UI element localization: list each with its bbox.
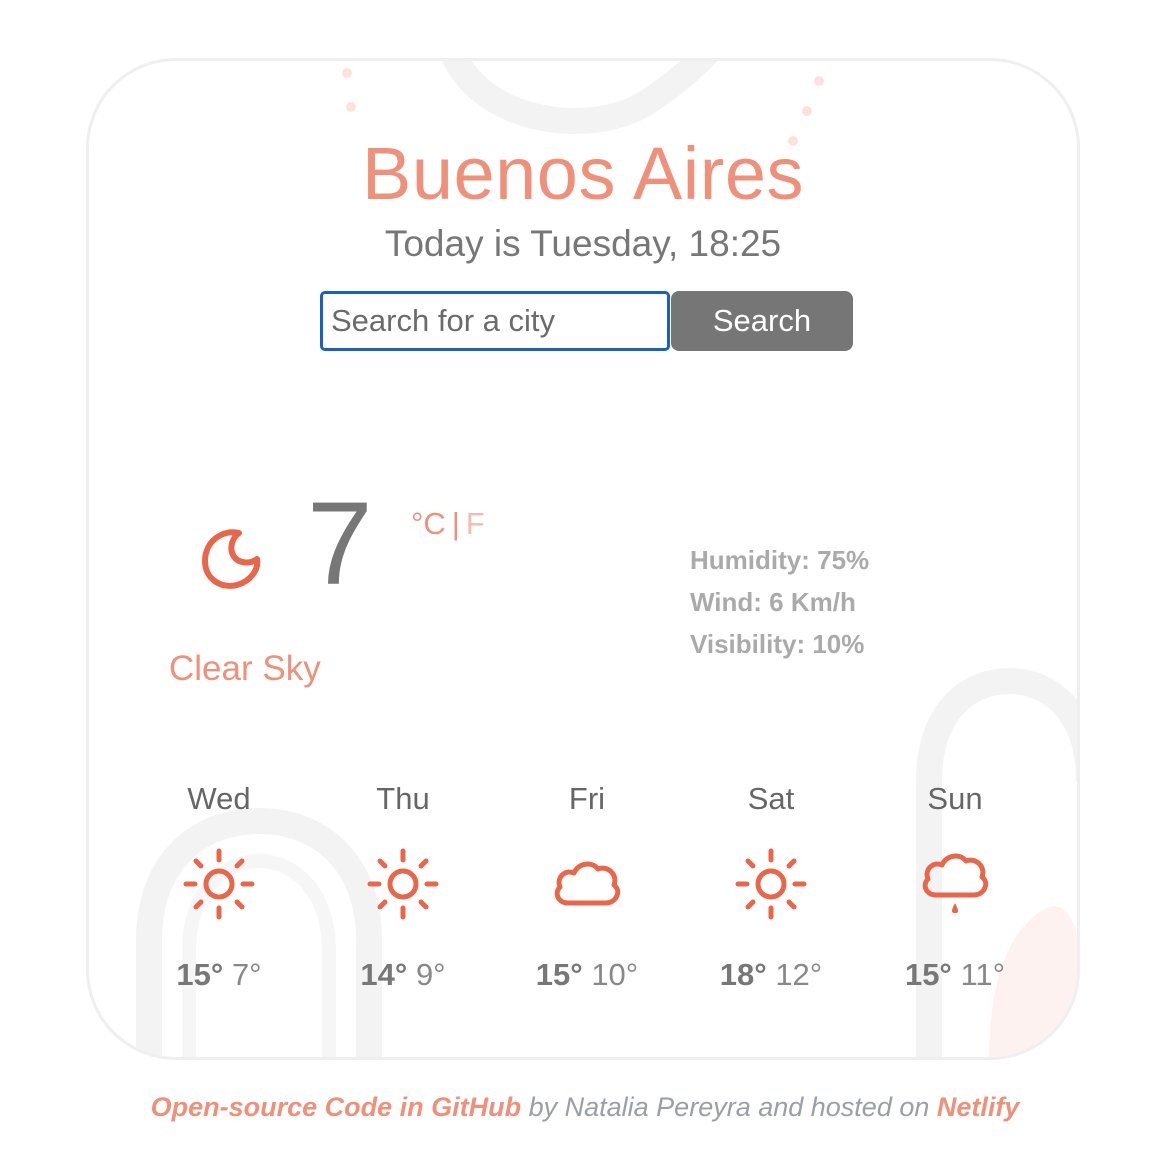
forecast-day: Sat 18° 12° xyxy=(679,779,863,1009)
search-input[interactable] xyxy=(320,291,670,351)
forecast-day-name: Thu xyxy=(376,781,430,816)
forecast-min: 12° xyxy=(775,957,823,992)
forecast-min: 7° xyxy=(231,957,262,992)
forecast-day: Thu 14° 9° xyxy=(311,779,495,1009)
forecast-temps: 15° 7° xyxy=(127,957,311,993)
forecast-max: 15° xyxy=(176,957,224,992)
forecast-max: 14° xyxy=(360,957,408,992)
forecast-day-name: Fri xyxy=(568,781,606,816)
cloud-icon xyxy=(554,861,621,906)
visibility-text: Visibility: 10% xyxy=(690,629,865,659)
current-date: Today is Tuesday, 18:25 xyxy=(384,223,782,264)
current-temperature: 7 xyxy=(307,478,373,610)
forecast-day-name: Sat xyxy=(747,781,795,816)
forecast-day: Wed 15° 7° xyxy=(127,779,311,1009)
celsius-link[interactable]: °C xyxy=(411,506,446,541)
rain-cloud-icon xyxy=(922,853,989,914)
sun-icon xyxy=(735,848,807,920)
forecast-min: 10° xyxy=(591,957,639,992)
sun-icon xyxy=(183,848,255,920)
city-name: Buenos Aires xyxy=(361,132,805,215)
sun-icon xyxy=(367,848,439,920)
unit-toggle: °C | F xyxy=(411,506,485,542)
weather-card: Buenos Aires Today is Tuesday, 18:25 Sea… xyxy=(86,58,1080,1060)
humidity-text: Humidity: 75% xyxy=(690,545,870,575)
forecast-day: Fri 15° 10° xyxy=(495,779,679,1009)
wind-text: Wind: 6 Km/h xyxy=(690,587,856,617)
forecast-temps: 14° 9° xyxy=(311,957,495,993)
forecast-min: 9° xyxy=(415,957,446,992)
moon-icon xyxy=(202,529,261,589)
fahrenheit-link[interactable]: F xyxy=(466,506,485,541)
footer-credit-text: by Natalia Pereyra and hosted on xyxy=(521,1092,937,1122)
forecast-max: 15° xyxy=(535,957,583,992)
forecast-day: Sun 15° 11° xyxy=(863,779,1047,1009)
forecast-temps: 15° 11° xyxy=(863,957,1047,993)
forecast-day-name: Wed xyxy=(187,781,251,816)
page-footer: Open-source Code in GitHub by Natalia Pe… xyxy=(0,1092,1170,1123)
forecast-min: 11° xyxy=(960,957,1006,992)
forecast-max: 15° xyxy=(904,957,952,992)
netlify-link[interactable]: Netlify xyxy=(937,1092,1020,1122)
forecast-row: Wed 15° 7° Thu 14° 9° Fri 15° 10° Sat 18… xyxy=(127,779,1047,1009)
forecast-temps: 15° 10° xyxy=(495,957,679,993)
weather-details: Humidity: 75% Wind: 6 Km/h Visibility: 1… xyxy=(690,539,869,665)
weather-description: Clear Sky xyxy=(169,649,321,688)
search-button[interactable]: Search xyxy=(671,291,853,351)
github-link[interactable]: Open-source Code in GitHub xyxy=(151,1092,522,1122)
forecast-temps: 18° 12° xyxy=(679,957,863,993)
forecast-day-name: Sun xyxy=(927,781,983,816)
unit-separator: | xyxy=(451,506,460,541)
forecast-max: 18° xyxy=(719,957,767,992)
